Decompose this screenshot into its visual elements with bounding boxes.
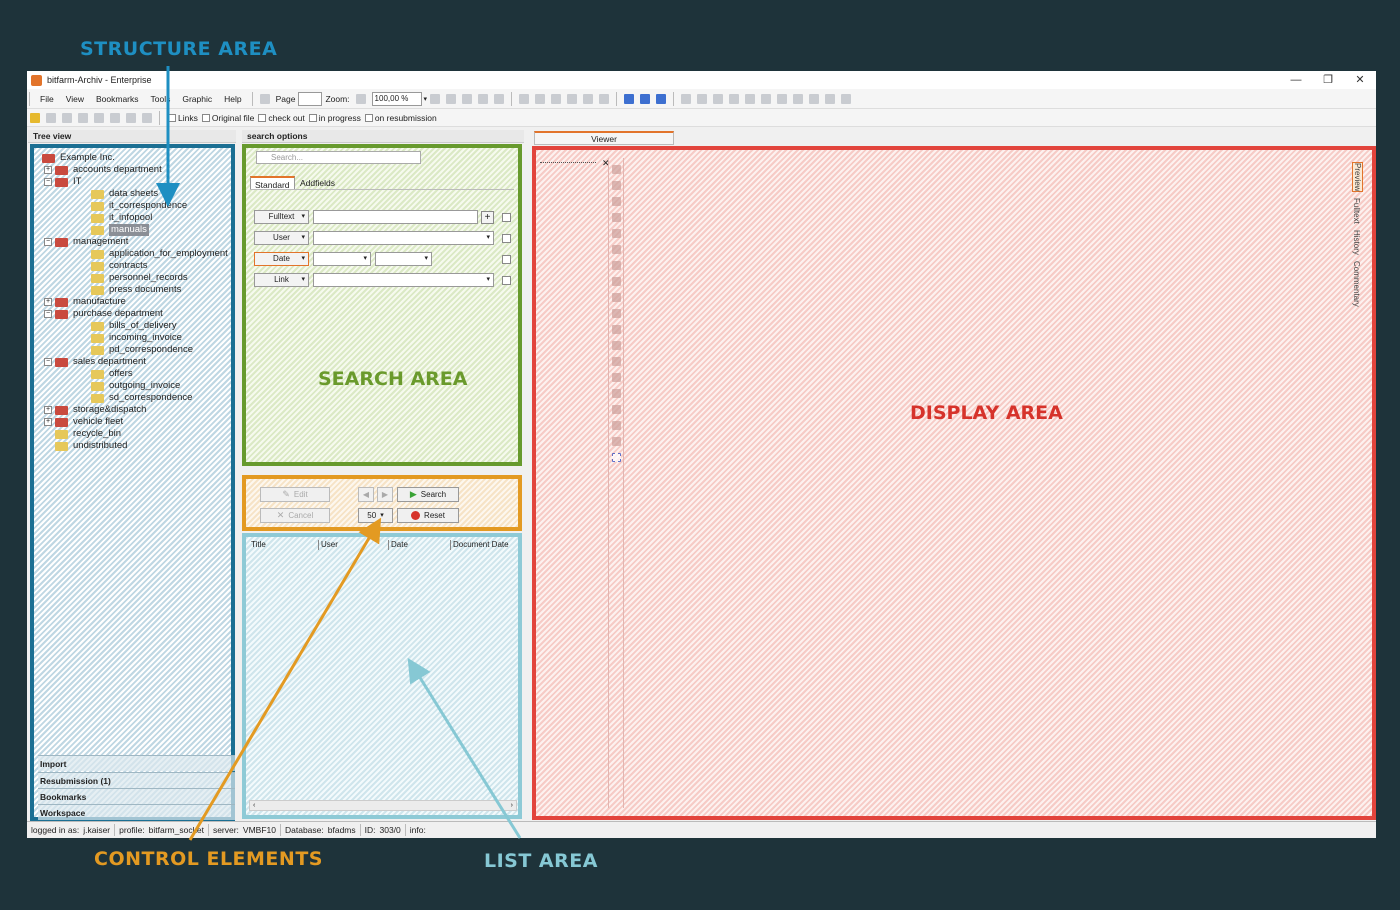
- annotation-arrows: [156, 66, 522, 841]
- list-arrow: [407, 657, 522, 839]
- control-arrow: [188, 517, 382, 841]
